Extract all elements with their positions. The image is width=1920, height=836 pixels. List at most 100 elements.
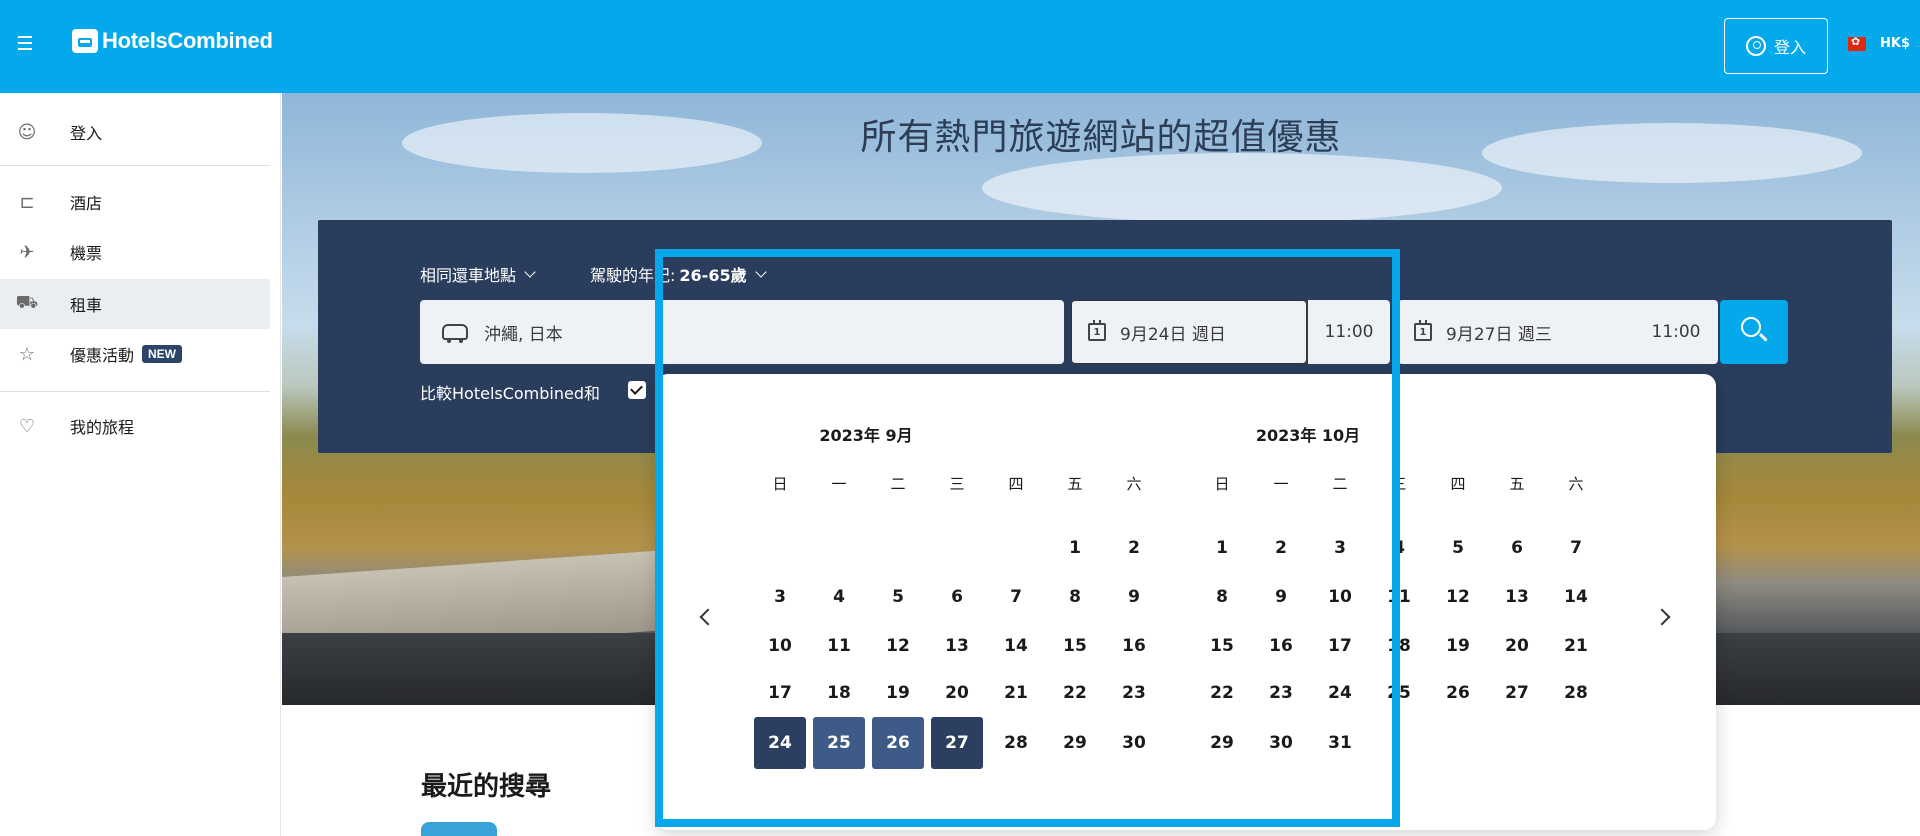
calendar-day[interactable]: 18 — [1373, 620, 1425, 672]
car-icon: ⛟ — [15, 292, 39, 313]
sidebar-item-deals[interactable]: ☆ 優惠活動 NEW — [0, 329, 270, 379]
pickup-time-field[interactable]: 11:00 — [1308, 300, 1390, 364]
calendar-day[interactable]: 16 — [1108, 620, 1160, 672]
sidebar-item-hotels[interactable]: ⊏ 酒店 — [0, 177, 270, 227]
calendar-day[interactable]: 29 — [1049, 717, 1101, 769]
calendar-day[interactable]: 1 — [1196, 522, 1248, 574]
driver-age-dropdown[interactable]: 駕駛的年紀: 26-65歲 — [590, 262, 767, 286]
calendar-day[interactable]: 22 — [1196, 667, 1248, 719]
calendar-day[interactable]: 3 — [1314, 522, 1366, 574]
sidebar-item-trips[interactable]: ♡ 我的旅程 — [0, 401, 270, 451]
calendar-day[interactable]: 10 — [1314, 571, 1366, 623]
compare-checkbox[interactable] — [628, 381, 646, 399]
calendar-day[interactable]: 4 — [813, 571, 865, 623]
hamburger-menu-icon[interactable] — [18, 36, 38, 56]
calendar-day[interactable]: 27 — [931, 717, 983, 769]
calendar-day[interactable]: 2 — [1108, 522, 1160, 574]
currency-selector[interactable]: HK$ — [1848, 35, 1910, 51]
calendar-day[interactable]: 28 — [1550, 667, 1602, 719]
hotelscombined-logo[interactable]: HotelsCombined — [72, 28, 273, 54]
previous-month-icon[interactable] — [699, 608, 717, 626]
pickup-location-field[interactable] — [420, 300, 1064, 364]
calendar-day[interactable]: 4 — [1373, 522, 1425, 574]
new-badge: NEW — [142, 345, 183, 363]
header-login-button[interactable]: 登入 — [1724, 18, 1828, 74]
calendar-day[interactable]: 19 — [1432, 620, 1484, 672]
calendar-day[interactable]: 25 — [1373, 667, 1425, 719]
recent-searches-title: 最近的搜尋 — [421, 772, 552, 802]
hero-title: 所有熱門旅遊網站的超值優惠 — [860, 117, 1342, 158]
calendar-day[interactable]: 23 — [1255, 667, 1307, 719]
calendar-day[interactable]: 12 — [1432, 571, 1484, 623]
calendar-day[interactable]: 21 — [990, 667, 1042, 719]
calendar-day[interactable]: 30 — [1108, 717, 1160, 769]
calendar-day[interactable]: 24 — [1314, 667, 1366, 719]
calendar-day[interactable]: 20 — [931, 667, 983, 719]
user-icon — [1745, 36, 1766, 56]
weekday-label: 三 — [949, 475, 965, 493]
calendar-day[interactable]: 15 — [1049, 620, 1101, 672]
calendar-day[interactable]: 5 — [872, 571, 924, 623]
driver-age-value: 26-65歲 — [679, 266, 747, 285]
calendar-day[interactable]: 7 — [990, 571, 1042, 623]
calendar-day[interactable]: 14 — [990, 620, 1042, 672]
heart-icon: ♡ — [18, 415, 36, 437]
calendar-day[interactable]: 22 — [1049, 667, 1101, 719]
next-month-icon[interactable] — [1653, 608, 1671, 626]
calendar-day[interactable]: 9 — [1108, 571, 1160, 623]
calendar-day[interactable]: 18 — [813, 667, 865, 719]
calendar-day[interactable]: 17 — [1314, 620, 1366, 672]
calendar-day[interactable]: 13 — [931, 620, 983, 672]
recent-search-thumbnail[interactable] — [421, 822, 497, 836]
calendar-day[interactable]: 5 — [1432, 522, 1484, 574]
calendar-day[interactable]: 26 — [1432, 667, 1484, 719]
calendar-day[interactable]: 7 — [1550, 522, 1602, 574]
calendar-day[interactable]: 25 — [813, 717, 865, 769]
calendar-day[interactable]: 29 — [1196, 717, 1248, 769]
calendar-day[interactable]: 10 — [754, 620, 806, 672]
sidebar: ☺ 登入 ⊏ 酒店 ✈ 機票 ⛟ 租車 ☆ 優惠活動 NEW ♡ 我的旅程 — [0, 93, 281, 836]
pickup-location-input[interactable] — [484, 322, 1024, 342]
calendar-day[interactable]: 16 — [1255, 620, 1307, 672]
calendar-day[interactable]: 11 — [813, 620, 865, 672]
calendar-day[interactable]: 30 — [1255, 717, 1307, 769]
calendar-day[interactable]: 9 — [1255, 571, 1307, 623]
return-location-dropdown[interactable]: 相同還車地點 — [420, 262, 536, 286]
calendar-day[interactable]: 19 — [872, 667, 924, 719]
calendar-day[interactable]: 2 — [1255, 522, 1307, 574]
calendar-day[interactable]: 28 — [990, 717, 1042, 769]
calendar-day[interactable]: 6 — [931, 571, 983, 623]
calendar-day[interactable]: 17 — [754, 667, 806, 719]
sidebar-item-login[interactable]: ☺ 登入 — [0, 107, 270, 157]
calendar-day[interactable]: 12 — [872, 620, 924, 672]
calendar-day[interactable]: 15 — [1196, 620, 1248, 672]
calendar-day[interactable]: 24 — [754, 717, 806, 769]
pickup-date-field[interactable]: 1 9月24日 週日 — [1071, 300, 1307, 364]
compare-label: 比較HotelsCombined和 — [420, 384, 601, 403]
calendar-day[interactable]: 20 — [1491, 620, 1543, 672]
calendar-day[interactable]: 21 — [1550, 620, 1602, 672]
calendar-day[interactable]: 8 — [1049, 571, 1101, 623]
calendar-day[interactable]: 8 — [1196, 571, 1248, 623]
calendar-day[interactable]: 13 — [1491, 571, 1543, 623]
calendar-day[interactable]: 23 — [1108, 667, 1160, 719]
sidebar-item-cars[interactable]: ⛟ 租車 — [0, 279, 270, 329]
calendar-day[interactable]: 14 — [1550, 571, 1602, 623]
search-button[interactable] — [1720, 300, 1788, 364]
calendar-day[interactable]: 26 — [872, 717, 924, 769]
return-time-field[interactable]: 11:00 — [1634, 300, 1718, 364]
return-time-value: 11:00 — [1651, 322, 1701, 342]
calendar-day[interactable]: 3 — [754, 571, 806, 623]
calendar-day[interactable]: 27 — [1491, 667, 1543, 719]
calendar-icon: 1 — [1414, 320, 1432, 341]
calendar-day[interactable]: 1 — [1049, 522, 1101, 574]
return-date-field[interactable]: 1 9月27日 週三 — [1398, 300, 1634, 364]
weekday-label: 四 — [1008, 475, 1024, 493]
calendar-day[interactable]: 31 — [1314, 717, 1366, 769]
sidebar-item-flights[interactable]: ✈ 機票 — [0, 227, 270, 277]
weekday-label: 四 — [1450, 475, 1466, 493]
user-icon: ☺ — [17, 121, 37, 143]
calendar-day[interactable]: 11 — [1373, 571, 1425, 623]
calendar-day[interactable]: 6 — [1491, 522, 1543, 574]
chevron-down-icon — [524, 265, 536, 278]
